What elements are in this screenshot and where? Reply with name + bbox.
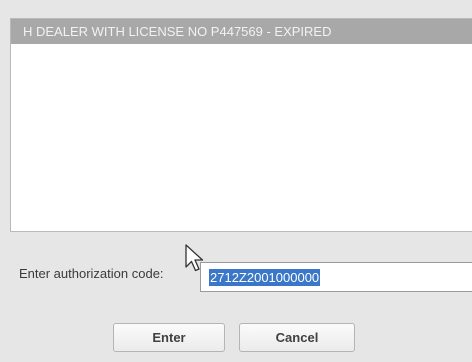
authorization-code-label: Enter authorization code: bbox=[19, 266, 164, 281]
mouse-pointer-icon bbox=[185, 244, 204, 272]
authorization-code-value: 2712Z2001000000 bbox=[209, 269, 321, 286]
cancel-button[interactable]: Cancel bbox=[239, 323, 355, 352]
authorization-code-input[interactable]: 2712Z2001000000 bbox=[200, 262, 472, 292]
authorization-dialog: H DEALER WITH LICENSE NO P447569 - EXPIR… bbox=[0, 0, 472, 362]
message-list[interactable]: H DEALER WITH LICENSE NO P447569 - EXPIR… bbox=[10, 18, 472, 232]
enter-button[interactable]: Enter bbox=[113, 323, 225, 352]
message-row[interactable]: H DEALER WITH LICENSE NO P447569 - EXPIR… bbox=[11, 19, 472, 44]
message-text: H DEALER WITH LICENSE NO P447569 - EXPIR… bbox=[23, 24, 332, 39]
